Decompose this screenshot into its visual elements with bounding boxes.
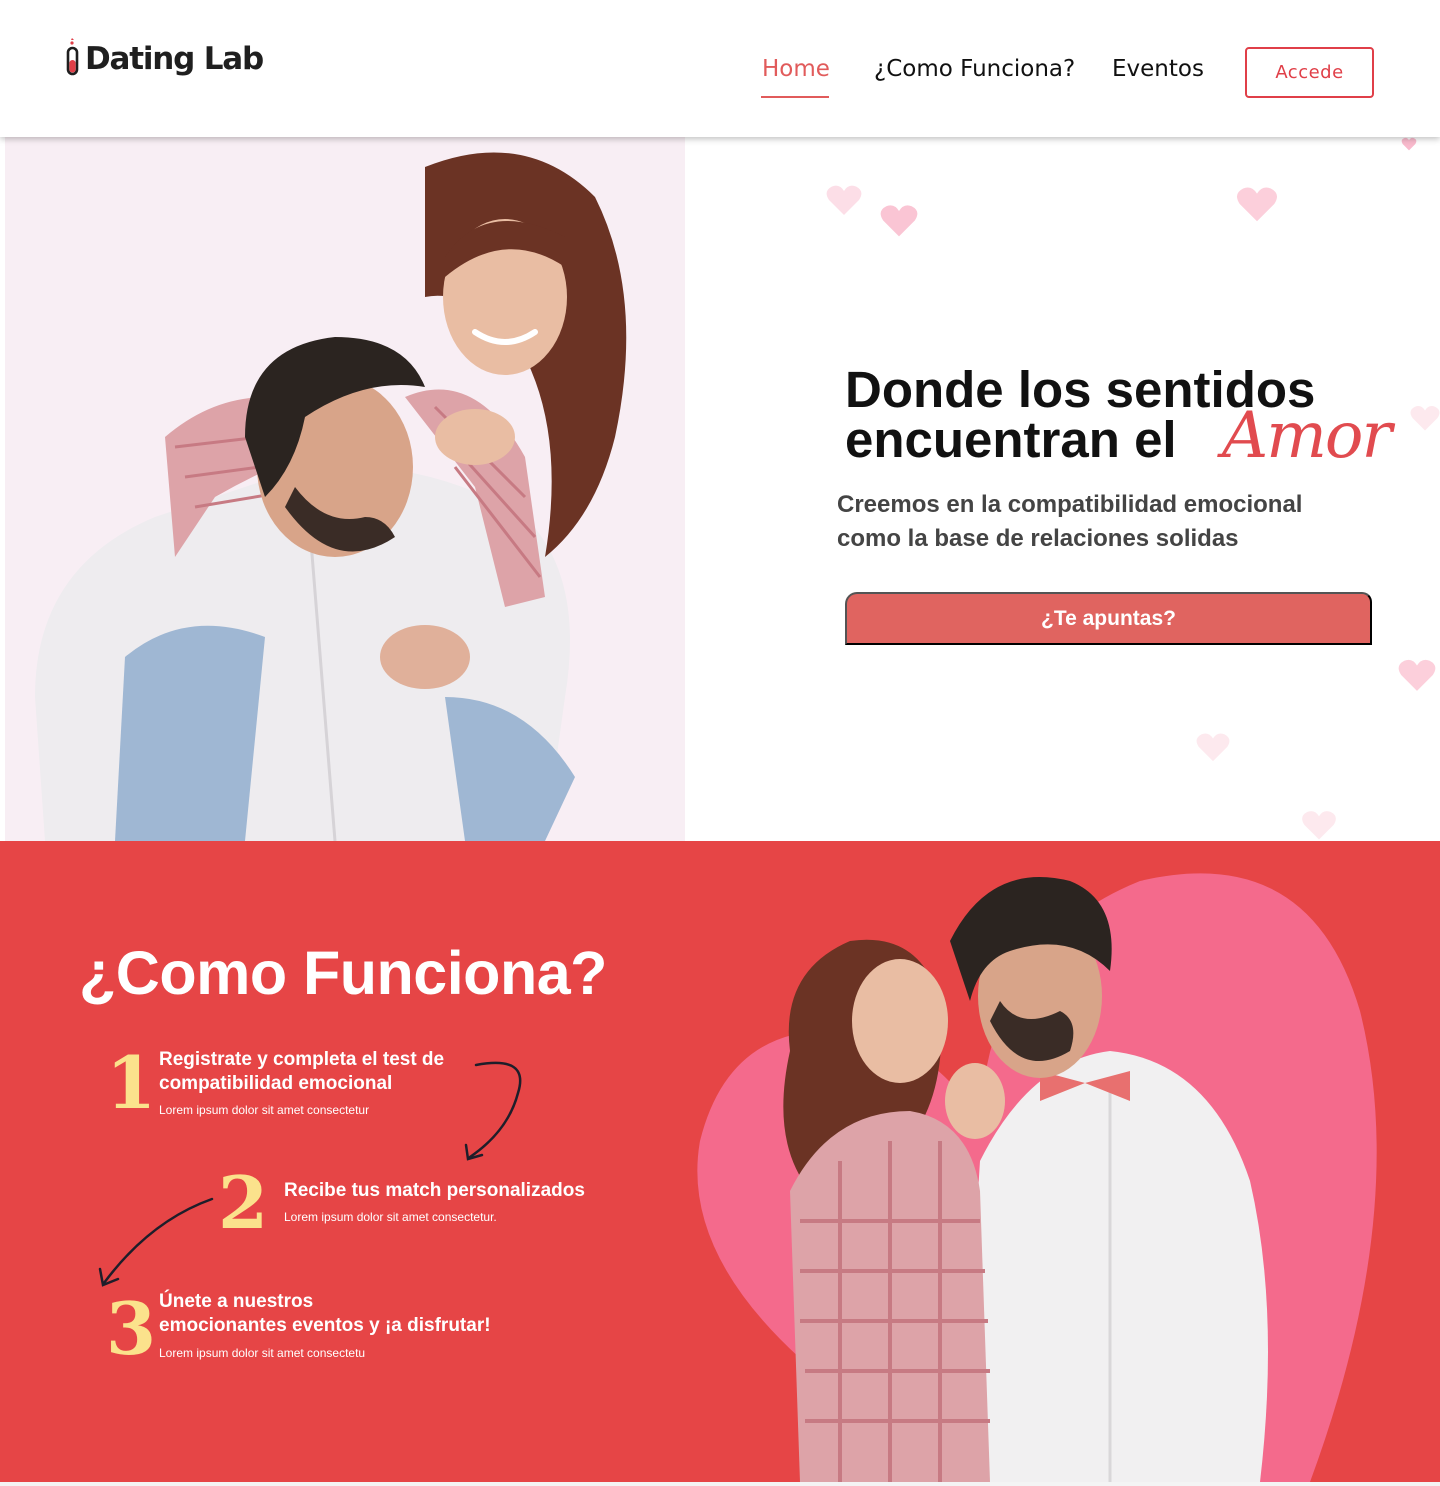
- heart-decoration-icon: [880, 205, 918, 237]
- hero-subtitle-line1: Creemos en la compatibilidad emocional: [837, 491, 1303, 518]
- hero-subtitle-line2: como la base de relaciones solidas: [837, 525, 1239, 552]
- te-apuntas-button[interactable]: ¿Te apuntas?: [845, 592, 1372, 645]
- accede-button[interactable]: Accede: [1245, 47, 1374, 98]
- heart-decoration-icon: [1302, 811, 1336, 840]
- test-tube-icon: [66, 38, 80, 80]
- heart-decoration-icon: [1196, 733, 1230, 762]
- hero-subtitle: Creemos en la compatibilidad emocional c…: [837, 488, 1302, 556]
- heart-decoration-icon: [826, 185, 862, 215]
- hero-section: Donde los sentidos encuentran el Amor Cr…: [0, 137, 1440, 841]
- nav-eventos[interactable]: Eventos: [1112, 56, 1204, 82]
- heart-decoration-icon: [1398, 659, 1436, 691]
- site-header: Dating Lab Home ¿Como Funciona? Eventos …: [0, 0, 1440, 137]
- heart-decoration-icon: [1410, 406, 1440, 431]
- brand-logo[interactable]: Dating Lab: [66, 38, 264, 80]
- nav-active-underline: [761, 96, 829, 98]
- step-arrows: [98, 1061, 522, 1287]
- nav-como-funciona[interactable]: ¿Como Funciona?: [874, 56, 1075, 82]
- page-bottom-strip: [0, 1482, 1440, 1486]
- nav-home[interactable]: Home: [762, 56, 830, 82]
- como-funciona-section: ¿Como Funciona? 1 Registrate y completa …: [0, 841, 1440, 1482]
- brand-name: Dating Lab: [85, 41, 264, 77]
- couple-heart-photo: [697, 873, 1377, 1482]
- heart-decoration-icon: [1236, 187, 1278, 222]
- heart-decoration-icon: [1401, 137, 1417, 151]
- curved-arrow-icon: [98, 1197, 214, 1287]
- hero-script-word: Amor: [1222, 399, 1392, 473]
- hero-couple-photo: [5, 137, 685, 841]
- curved-arrow-icon: [464, 1061, 522, 1161]
